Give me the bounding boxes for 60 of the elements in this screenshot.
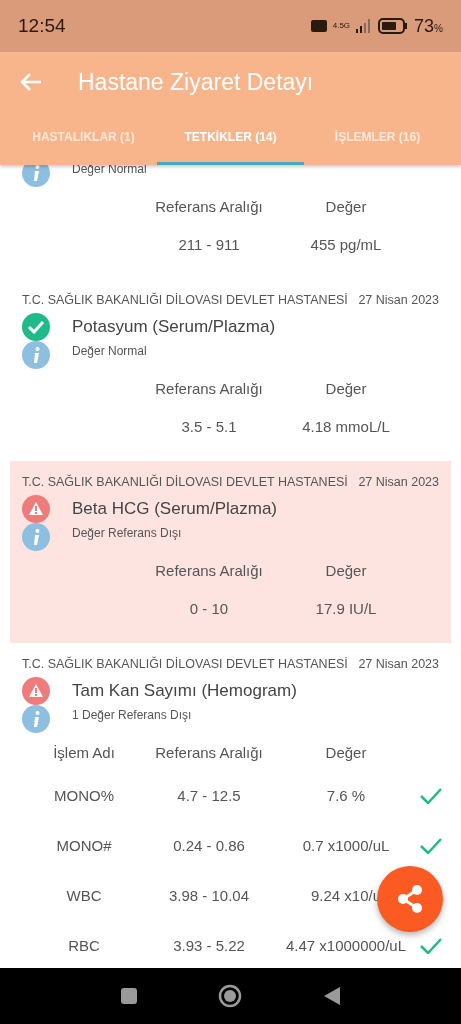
column-header: Referans Aralığı (155, 197, 263, 217)
tab[interactable]: HASTALIKLAR (1) (10, 112, 157, 165)
info-icon (22, 523, 50, 551)
info-icon (22, 165, 50, 187)
square-icon[interactable] (120, 988, 137, 1004)
table-cell-text: 17.9 IU/L (315, 599, 377, 619)
warning-icon (22, 677, 50, 705)
table-cell-text: 3.5 - 5.1 (181, 417, 237, 437)
test-date: 27 Nisan 2023 (358, 293, 439, 307)
table-cell-text: 7.6 % (326, 786, 366, 806)
table-cell-text: 4.7 - 12.5 (177, 786, 241, 806)
table-cell-text: 0 - 10 (189, 599, 229, 619)
screen-title: Hastane Ziyaret Detayı (78, 68, 314, 96)
table-cell-text: 0.24 - 0.86 (173, 836, 245, 856)
table-cell-text: 455 pg/mL (310, 235, 382, 255)
table-cell-text: MONO% (54, 786, 114, 806)
test-date: 27 Nisan 2023 (358, 657, 439, 671)
tab[interactable]: İŞLEMLER (16) (304, 112, 451, 165)
info-icon (22, 705, 50, 733)
hospital-name: T.C. SAĞLIK BAKANLIĞI DİLOVASI DEVLET HASTANESİ (22, 657, 348, 671)
volte-icon (310, 20, 327, 32)
column-header: Referans Aralığı (155, 743, 263, 763)
table-cell-text: 0.7 x1000/uL (302, 836, 390, 856)
result-note: 1 Değer Referans Dışı (72, 708, 192, 722)
table-cell-text: 4.47 x1000000/uL (285, 936, 407, 956)
test-name: Beta HCG (Serum/Plazma) (72, 499, 277, 519)
column-header: Değer (325, 379, 367, 399)
test-date: 27 Nisan 2023 (358, 475, 439, 489)
table-cell-text: 3.98 - 10.04 (168, 886, 250, 906)
table-cell-text: 4.18 mmoL/L (302, 417, 390, 437)
table-cell-text: 3.93 - 5.22 (173, 936, 245, 956)
info-icon (22, 341, 50, 369)
tab[interactable]: TETKİKLER (14) (157, 112, 304, 165)
network-type: 4.5G (332, 22, 351, 30)
result-note: Değer Normal (72, 344, 147, 358)
table-cell-text: RBC (68, 936, 100, 956)
circle-icon[interactable] (218, 984, 243, 1008)
battery-icon (378, 18, 409, 34)
signal-icon (356, 19, 373, 33)
triangle-icon[interactable] (324, 987, 341, 1005)
clock: 12:54 (18, 15, 66, 37)
test-name: Potasyum (Serum/Plazma) (72, 317, 276, 337)
column-header: Değer (325, 197, 367, 217)
warning-icon (22, 495, 50, 523)
share-icon (396, 884, 424, 914)
column-header: Referans Aralığı (155, 561, 263, 581)
hospital-name: T.C. SAĞLIK BAKANLIĞI DİLOVASI DEVLET HASTANESİ (22, 475, 348, 489)
column-header: İşlem Adı (53, 743, 115, 763)
test-name: Tam Kan Sayımı (Hemogram) (72, 681, 297, 701)
share-button[interactable] (377, 866, 443, 932)
hospital-name: T.C. SAĞLIK BAKANLIĞI DİLOVASI DEVLET HASTANESİ (22, 293, 348, 307)
table-cell-text: WBC (66, 886, 102, 906)
column-header: Referans Aralığı (155, 379, 263, 399)
column-header: Değer (325, 743, 367, 763)
result-note: Değer Referans Dışı (72, 526, 182, 540)
column-header: Değer (325, 561, 367, 581)
table-cell-text: MONO# (56, 836, 112, 856)
table-cell-text: 211 - 911 (178, 235, 240, 255)
check-circle-icon (22, 313, 50, 341)
battery-percent: 73% (414, 15, 443, 37)
